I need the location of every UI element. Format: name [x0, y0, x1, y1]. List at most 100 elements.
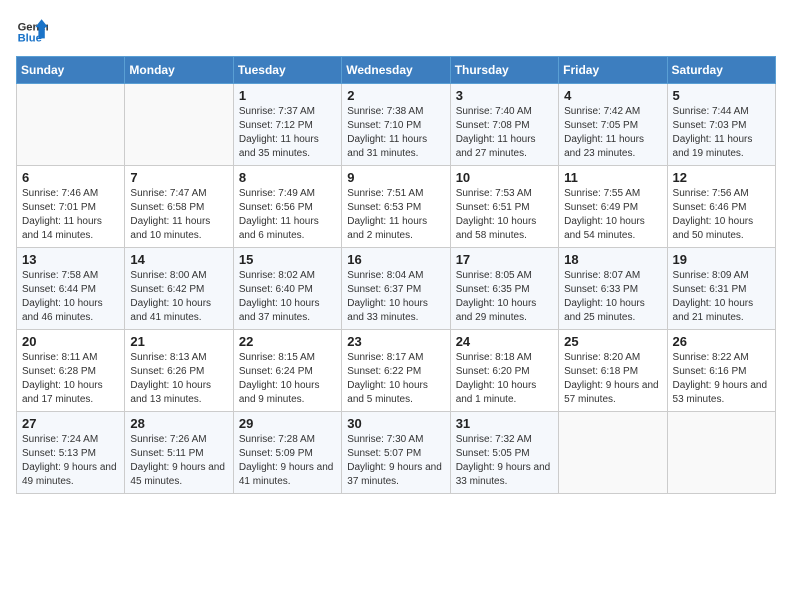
day-info: Sunrise: 8:13 AM Sunset: 6:26 PM Dayligh… [130, 351, 227, 407]
day-cell: 1Sunrise: 7:37 AM Sunset: 7:12 PM Daylig… [233, 84, 341, 166]
day-info: Sunrise: 8:09 AM Sunset: 6:31 PM Dayligh… [673, 269, 770, 325]
col-header-saturday: Saturday [667, 57, 775, 84]
day-cell: 24Sunrise: 8:18 AM Sunset: 6:20 PM Dayli… [450, 330, 558, 412]
day-number: 14 [130, 252, 227, 267]
day-cell: 2Sunrise: 7:38 AM Sunset: 7:10 PM Daylig… [342, 84, 450, 166]
day-cell [559, 412, 667, 494]
day-number: 18 [564, 252, 661, 267]
logo: General Blue [16, 16, 48, 48]
day-cell: 10 Sunrise: 7:53 AM Sunset: 6:51 PM Dayli… [450, 166, 558, 248]
col-header-sunday: Sunday [17, 57, 125, 84]
day-cell: 16 Sunrise: 8:04 AM Sunset: 6:37 PM Dayli… [342, 248, 450, 330]
day-info: Sunrise: 7:28 AM Sunset: 5:09 PM Dayligh… [239, 433, 336, 489]
logo-icon: General Blue [16, 16, 48, 48]
day-info: Sunrise: 8:17 AM Sunset: 6:22 PM Dayligh… [347, 351, 444, 407]
day-cell: 17 Sunrise: 8:05 AM Sunset: 6:35 PM Dayli… [450, 248, 558, 330]
day-cell: 29 Sunrise: 7:28 AM Sunset: 5:09 PM Dayli… [233, 412, 341, 494]
day-number: 22 [239, 334, 336, 349]
day-info: Sunrise: 7:51 AM Sunset: 6:53 PM Dayligh… [347, 187, 444, 243]
day-number: 13 [22, 252, 119, 267]
day-info: Sunrise: 8:00 AM Sunset: 6:42 PM Dayligh… [130, 269, 227, 325]
day-cell: 23 Sunrise: 8:17 AM Sunset: 6:22 PM Dayli… [342, 330, 450, 412]
column-headers: SundayMondayTuesdayWednesdayThursdayFrid… [17, 57, 776, 84]
day-info: Sunrise: 7:24 AM Sunset: 5:13 PM Dayligh… [22, 433, 119, 489]
day-cell: 30 Sunrise: 7:30 AM Sunset: 5:07 PM Dayli… [342, 412, 450, 494]
day-cell: 28 Sunrise: 7:26 AM Sunset: 5:11 PM Dayli… [125, 412, 233, 494]
day-cell [125, 84, 233, 166]
day-info: Sunrise: 7:30 AM Sunset: 5:07 PM Dayligh… [347, 433, 444, 489]
day-info: Sunrise: 7:53 AM Sunset: 6:51 PM Dayligh… [456, 187, 553, 243]
day-cell: 26 Sunrise: 8:22 AM Sunset: 6:16 PM Dayli… [667, 330, 775, 412]
day-info: Sunrise: 7:56 AM Sunset: 6:46 PM Dayligh… [673, 187, 770, 243]
day-number: 1 [239, 88, 336, 103]
day-cell: 25 Sunrise: 8:20 AM Sunset: 6:18 PM Dayli… [559, 330, 667, 412]
day-info: Sunrise: 8:22 AM Sunset: 6:16 PM Dayligh… [673, 351, 770, 407]
week-row-3: 13 Sunrise: 7:58 AM Sunset: 6:44 PM Dayli… [17, 248, 776, 330]
day-number: 30 [347, 416, 444, 431]
day-cell: 22 Sunrise: 8:15 AM Sunset: 6:24 PM Dayli… [233, 330, 341, 412]
day-cell [17, 84, 125, 166]
day-number: 10 [456, 170, 553, 185]
day-cell: 6 Sunrise: 7:46 AM Sunset: 7:01 PM Daylig… [17, 166, 125, 248]
day-number: 7 [130, 170, 227, 185]
day-number: 29 [239, 416, 336, 431]
day-number: 16 [347, 252, 444, 267]
day-number: 4 [564, 88, 661, 103]
day-cell: 19 Sunrise: 8:09 AM Sunset: 6:31 PM Dayli… [667, 248, 775, 330]
day-cell [667, 412, 775, 494]
day-cell: 3 Sunrise: 7:40 AM Sunset: 7:08 PM Daylig… [450, 84, 558, 166]
day-number: 3 [456, 88, 553, 103]
day-cell: 11 Sunrise: 7:55 AM Sunset: 6:49 PM Dayli… [559, 166, 667, 248]
col-header-thursday: Thursday [450, 57, 558, 84]
day-cell: 8 Sunrise: 7:49 AM Sunset: 6:56 PM Daylig… [233, 166, 341, 248]
col-header-friday: Friday [559, 57, 667, 84]
day-number: 11 [564, 170, 661, 185]
day-number: 2 [347, 88, 444, 103]
col-header-wednesday: Wednesday [342, 57, 450, 84]
day-number: 25 [564, 334, 661, 349]
day-number: 6 [22, 170, 119, 185]
svg-text:Blue: Blue [18, 33, 42, 45]
day-info: Sunrise: 8:04 AM Sunset: 6:37 PM Dayligh… [347, 269, 444, 325]
day-cell: 5Sunrise: 7:44 AM Sunset: 7:03 PM Daylig… [667, 84, 775, 166]
day-info: Sunrise: 8:05 AM Sunset: 6:35 PM Dayligh… [456, 269, 553, 325]
day-cell: 4 Sunrise: 7:42 AM Sunset: 7:05 PM Daylig… [559, 84, 667, 166]
day-cell: 13 Sunrise: 7:58 AM Sunset: 6:44 PM Dayli… [17, 248, 125, 330]
day-cell: 20Sunrise: 8:11 AM Sunset: 6:28 PM Dayli… [17, 330, 125, 412]
week-row-2: 6 Sunrise: 7:46 AM Sunset: 7:01 PM Daylig… [17, 166, 776, 248]
day-info: Sunrise: 7:55 AM Sunset: 6:49 PM Dayligh… [564, 187, 661, 243]
day-info: Sunrise: 7:26 AM Sunset: 5:11 PM Dayligh… [130, 433, 227, 489]
day-number: 8 [239, 170, 336, 185]
day-info: Sunrise: 7:40 AM Sunset: 7:08 PM Dayligh… [456, 105, 553, 161]
day-cell: 9Sunrise: 7:51 AM Sunset: 6:53 PM Daylig… [342, 166, 450, 248]
day-cell: 18 Sunrise: 8:07 AM Sunset: 6:33 PM Dayli… [559, 248, 667, 330]
day-cell: 14 Sunrise: 8:00 AM Sunset: 6:42 PM Dayli… [125, 248, 233, 330]
week-row-4: 20Sunrise: 8:11 AM Sunset: 6:28 PM Dayli… [17, 330, 776, 412]
day-info: Sunrise: 7:58 AM Sunset: 6:44 PM Dayligh… [22, 269, 119, 325]
col-header-tuesday: Tuesday [233, 57, 341, 84]
day-info: Sunrise: 7:42 AM Sunset: 7:05 PM Dayligh… [564, 105, 661, 161]
day-cell: 31Sunrise: 7:32 AM Sunset: 5:05 PM Dayli… [450, 412, 558, 494]
day-info: Sunrise: 7:46 AM Sunset: 7:01 PM Dayligh… [22, 187, 119, 243]
day-cell: 21Sunrise: 8:13 AM Sunset: 6:26 PM Dayli… [125, 330, 233, 412]
calendar-table: SundayMondayTuesdayWednesdayThursdayFrid… [16, 56, 776, 494]
day-info: Sunrise: 8:02 AM Sunset: 6:40 PM Dayligh… [239, 269, 336, 325]
day-info: Sunrise: 8:15 AM Sunset: 6:24 PM Dayligh… [239, 351, 336, 407]
day-number: 17 [456, 252, 553, 267]
col-header-monday: Monday [125, 57, 233, 84]
day-number: 15 [239, 252, 336, 267]
day-number: 28 [130, 416, 227, 431]
day-info: Sunrise: 7:49 AM Sunset: 6:56 PM Dayligh… [239, 187, 336, 243]
day-info: Sunrise: 8:20 AM Sunset: 6:18 PM Dayligh… [564, 351, 661, 407]
page-header: General Blue [16, 16, 776, 48]
week-row-5: 27 Sunrise: 7:24 AM Sunset: 5:13 PM Dayli… [17, 412, 776, 494]
day-info: Sunrise: 7:32 AM Sunset: 5:05 PM Dayligh… [456, 433, 553, 489]
day-number: 20 [22, 334, 119, 349]
day-number: 23 [347, 334, 444, 349]
day-number: 19 [673, 252, 770, 267]
day-number: 27 [22, 416, 119, 431]
day-info: Sunrise: 8:07 AM Sunset: 6:33 PM Dayligh… [564, 269, 661, 325]
day-number: 26 [673, 334, 770, 349]
day-cell: 27 Sunrise: 7:24 AM Sunset: 5:13 PM Dayli… [17, 412, 125, 494]
week-row-1: 1Sunrise: 7:37 AM Sunset: 7:12 PM Daylig… [17, 84, 776, 166]
